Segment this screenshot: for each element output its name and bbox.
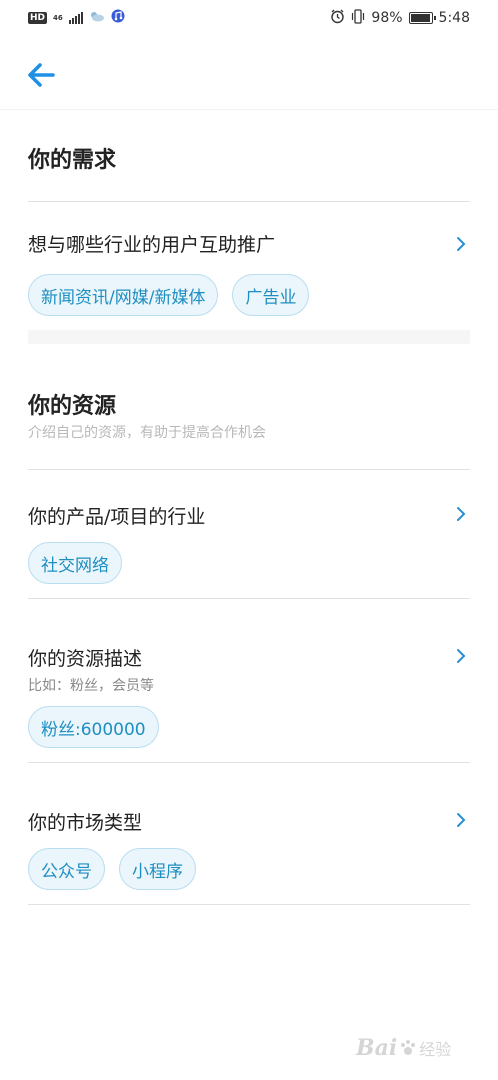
hd-badge: HD bbox=[28, 12, 48, 24]
divider bbox=[28, 469, 470, 470]
network-type: 46 bbox=[53, 13, 63, 22]
arrow-left-icon bbox=[28, 63, 55, 87]
tag-advertising[interactable]: 广告业 bbox=[232, 274, 310, 316]
chevron-right-icon[interactable] bbox=[454, 646, 468, 666]
tag-social-network[interactable]: 社交网络 bbox=[28, 542, 122, 584]
status-right: 98% 5:48 bbox=[330, 8, 470, 28]
chevron-right-icon[interactable] bbox=[454, 810, 468, 830]
baidu-watermark-logo: Bai 经验 bbox=[356, 1026, 474, 1070]
product-industry-tags: 社交网络 bbox=[28, 542, 122, 584]
clock: 5:48 bbox=[438, 10, 470, 26]
section-separator bbox=[28, 330, 470, 344]
resource-description-label[interactable]: 你的资源描述 bbox=[28, 644, 142, 671]
paw-icon bbox=[401, 1040, 416, 1055]
divider bbox=[28, 762, 470, 763]
signal-icon bbox=[68, 12, 83, 24]
market-type-label[interactable]: 你的市场类型 bbox=[28, 808, 142, 835]
demand-section-title: 你的需求 bbox=[28, 148, 117, 173]
divider bbox=[28, 904, 470, 905]
vibrate-icon bbox=[351, 8, 365, 28]
status-bar: HD 46 98% 5:48 bbox=[0, 0, 498, 36]
battery-percent: 98% bbox=[371, 10, 403, 26]
battery-icon bbox=[408, 12, 436, 24]
chevron-right-icon[interactable] bbox=[454, 504, 468, 524]
screen: HD 46 98% 5:48 你的需求 想与哪些行业的用户互助推广 新闻资讯/网… bbox=[0, 0, 498, 1080]
top-nav bbox=[0, 36, 498, 110]
watermark-sub: 经验 bbox=[419, 1040, 452, 1059]
tag-news-media[interactable]: 新闻资讯/网媒/新媒体 bbox=[28, 274, 219, 316]
divider bbox=[28, 201, 470, 202]
market-type-tags: 公众号 小程序 bbox=[28, 848, 196, 890]
back-button[interactable] bbox=[24, 58, 58, 92]
tag-fans-count[interactable]: 粉丝:600000 bbox=[28, 706, 159, 748]
tag-official-account[interactable]: 公众号 bbox=[28, 848, 105, 890]
resource-description-tags: 粉丝:600000 bbox=[28, 706, 159, 748]
status-left: HD 46 bbox=[28, 9, 125, 27]
tag-mini-program[interactable]: 小程序 bbox=[119, 848, 196, 890]
weather-icon bbox=[89, 10, 105, 26]
demand-industry-label[interactable]: 想与哪些行业的用户互助推广 bbox=[28, 230, 275, 257]
chevron-right-icon[interactable] bbox=[454, 234, 468, 254]
resource-section-subtitle: 介绍自己的资源，有助于提高合作机会 bbox=[28, 425, 266, 441]
resource-section-title: 你的资源 bbox=[28, 394, 117, 419]
resource-description-hint: 比如：粉丝，会员等 bbox=[28, 678, 154, 694]
watermark-text: Bai bbox=[356, 1035, 398, 1061]
alarm-icon bbox=[330, 9, 345, 28]
divider bbox=[28, 598, 470, 599]
music-app-icon bbox=[111, 9, 125, 27]
product-industry-label[interactable]: 你的产品/项目的行业 bbox=[28, 502, 205, 529]
demand-industry-tags: 新闻资讯/网媒/新媒体 广告业 bbox=[28, 274, 310, 316]
